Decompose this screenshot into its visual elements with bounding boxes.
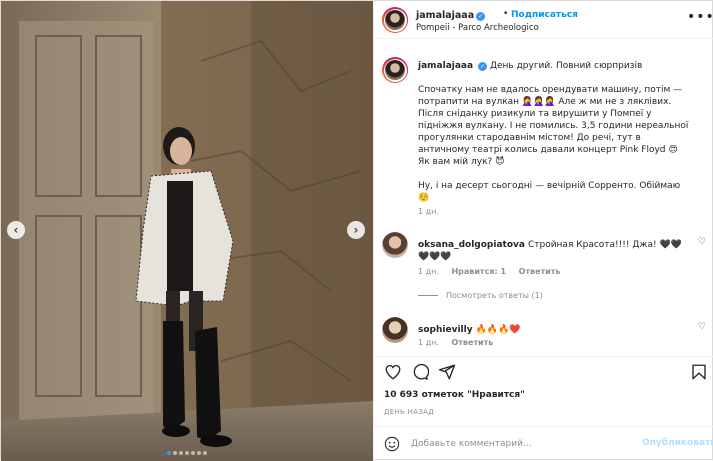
emoji-icon[interactable] — [384, 436, 400, 452]
author-avatar[interactable] — [382, 7, 408, 33]
separator-dot: • — [503, 9, 509, 19]
comment-body: 🔥🔥🔥❤️ — [475, 325, 521, 335]
comment-username[interactable]: sophievilly — [418, 325, 473, 335]
instagram-post: ‹ › jamalajaaa ✓ • Подписаться Pompeii - … — [0, 0, 713, 461]
comment-username[interactable]: oksana_dolgopiatova — [418, 240, 525, 250]
caption-meta: 1 дн. — [418, 207, 449, 216]
caption-question: Як вам мій лук? 😈 — [418, 157, 505, 167]
share-icon[interactable] — [438, 363, 456, 381]
comment-like-icon[interactable]: ♡ — [698, 237, 706, 247]
commenter-avatar[interactable] — [382, 232, 408, 258]
view-replies-label: Посмотреть ответы (1) — [446, 291, 543, 300]
comment-time: 1 дн. — [418, 338, 439, 347]
verified-badge-icon: ✓ — [476, 12, 486, 21]
view-replies-button[interactable]: Посмотреть ответы (1) — [418, 291, 543, 300]
carousel-dot — [197, 451, 201, 455]
comment-reply-button[interactable]: Ответить — [519, 267, 561, 276]
caption-closing: Ну, і на десерт сьогодні — вечірній Сорр… — [418, 181, 681, 203]
caption-headline: День другий. Повний сюрпризів — [489, 61, 643, 71]
chevron-left-icon: ‹ — [13, 223, 19, 237]
author-username[interactable]: jamalajaaa — [416, 10, 474, 21]
carousel-next-button[interactable]: › — [347, 221, 365, 239]
carousel-dot — [179, 451, 183, 455]
carousel-dot — [191, 451, 195, 455]
post-photo[interactable]: ‹ › — [1, 1, 373, 461]
comments-section: jamalajaaa ✓ День другий. Повний сюрпризі… — [374, 40, 713, 356]
heart-icon[interactable] — [384, 363, 402, 381]
comment-text: sophievilly 🔥🔥🔥❤️ — [418, 324, 692, 336]
caption-time: 1 дн. — [418, 207, 439, 216]
post-timestamp: ДЕНЬ НАЗАД — [384, 408, 434, 416]
caption-body: Спочатку нам не вдалось орендувати машин… — [418, 85, 689, 155]
comment-meta: 1 дн. Ответить — [418, 338, 503, 347]
comment-icon[interactable] — [411, 363, 429, 381]
comment-meta: 1 дн. Нравится: 1 Ответить — [418, 267, 570, 276]
comment-likes[interactable]: Нравится: 1 — [451, 267, 506, 276]
chevron-right-icon: › — [353, 223, 359, 237]
post-side-panel: jamalajaaa ✓ • Подписаться Pompeii - Parc… — [373, 1, 713, 461]
carousel-prev-button[interactable]: ‹ — [7, 221, 25, 239]
carousel-dot — [185, 451, 189, 455]
carousel-dot — [203, 451, 207, 455]
carousel-dot — [167, 451, 171, 455]
commenter-avatar[interactable] — [382, 317, 408, 343]
publish-button[interactable]: Опубликовать — [642, 438, 713, 448]
comment-text: oksana_dolgopiatova Стройная Красота!!!! … — [418, 239, 692, 263]
carousel-indicator — [1, 447, 373, 458]
replies-line — [418, 295, 438, 296]
comment-like-icon[interactable]: ♡ — [698, 322, 706, 332]
add-comment-bar: Опубликовать — [374, 426, 713, 461]
photo-scene — [1, 1, 373, 461]
caption-text: jamalajaaa ✓ День другий. Повний сюрпризі… — [418, 60, 692, 204]
verified-badge-icon: ✓ — [478, 62, 488, 71]
follow-button[interactable]: Подписаться — [511, 10, 578, 20]
caption-username[interactable]: jamalajaaa — [418, 61, 473, 71]
comment-time: 1 дн. — [418, 267, 439, 276]
bookmark-icon[interactable] — [690, 363, 708, 381]
more-options-icon[interactable]: ••• — [687, 9, 713, 25]
carousel-dot — [173, 451, 177, 455]
location-link[interactable]: Pompeii - Parco Archeologico — [416, 23, 539, 33]
comment-input[interactable] — [411, 436, 641, 452]
comment-reply-button[interactable]: Ответить — [451, 338, 493, 347]
post-actions: 10 693 отметок "Нравится" ДЕНЬ НАЗАД — [374, 356, 713, 426]
post-header: jamalajaaa ✓ • Подписаться Pompeii - Parc… — [374, 1, 713, 39]
likes-count[interactable]: 10 693 отметок "Нравится" — [384, 390, 525, 400]
caption-avatar[interactable] — [382, 57, 408, 83]
